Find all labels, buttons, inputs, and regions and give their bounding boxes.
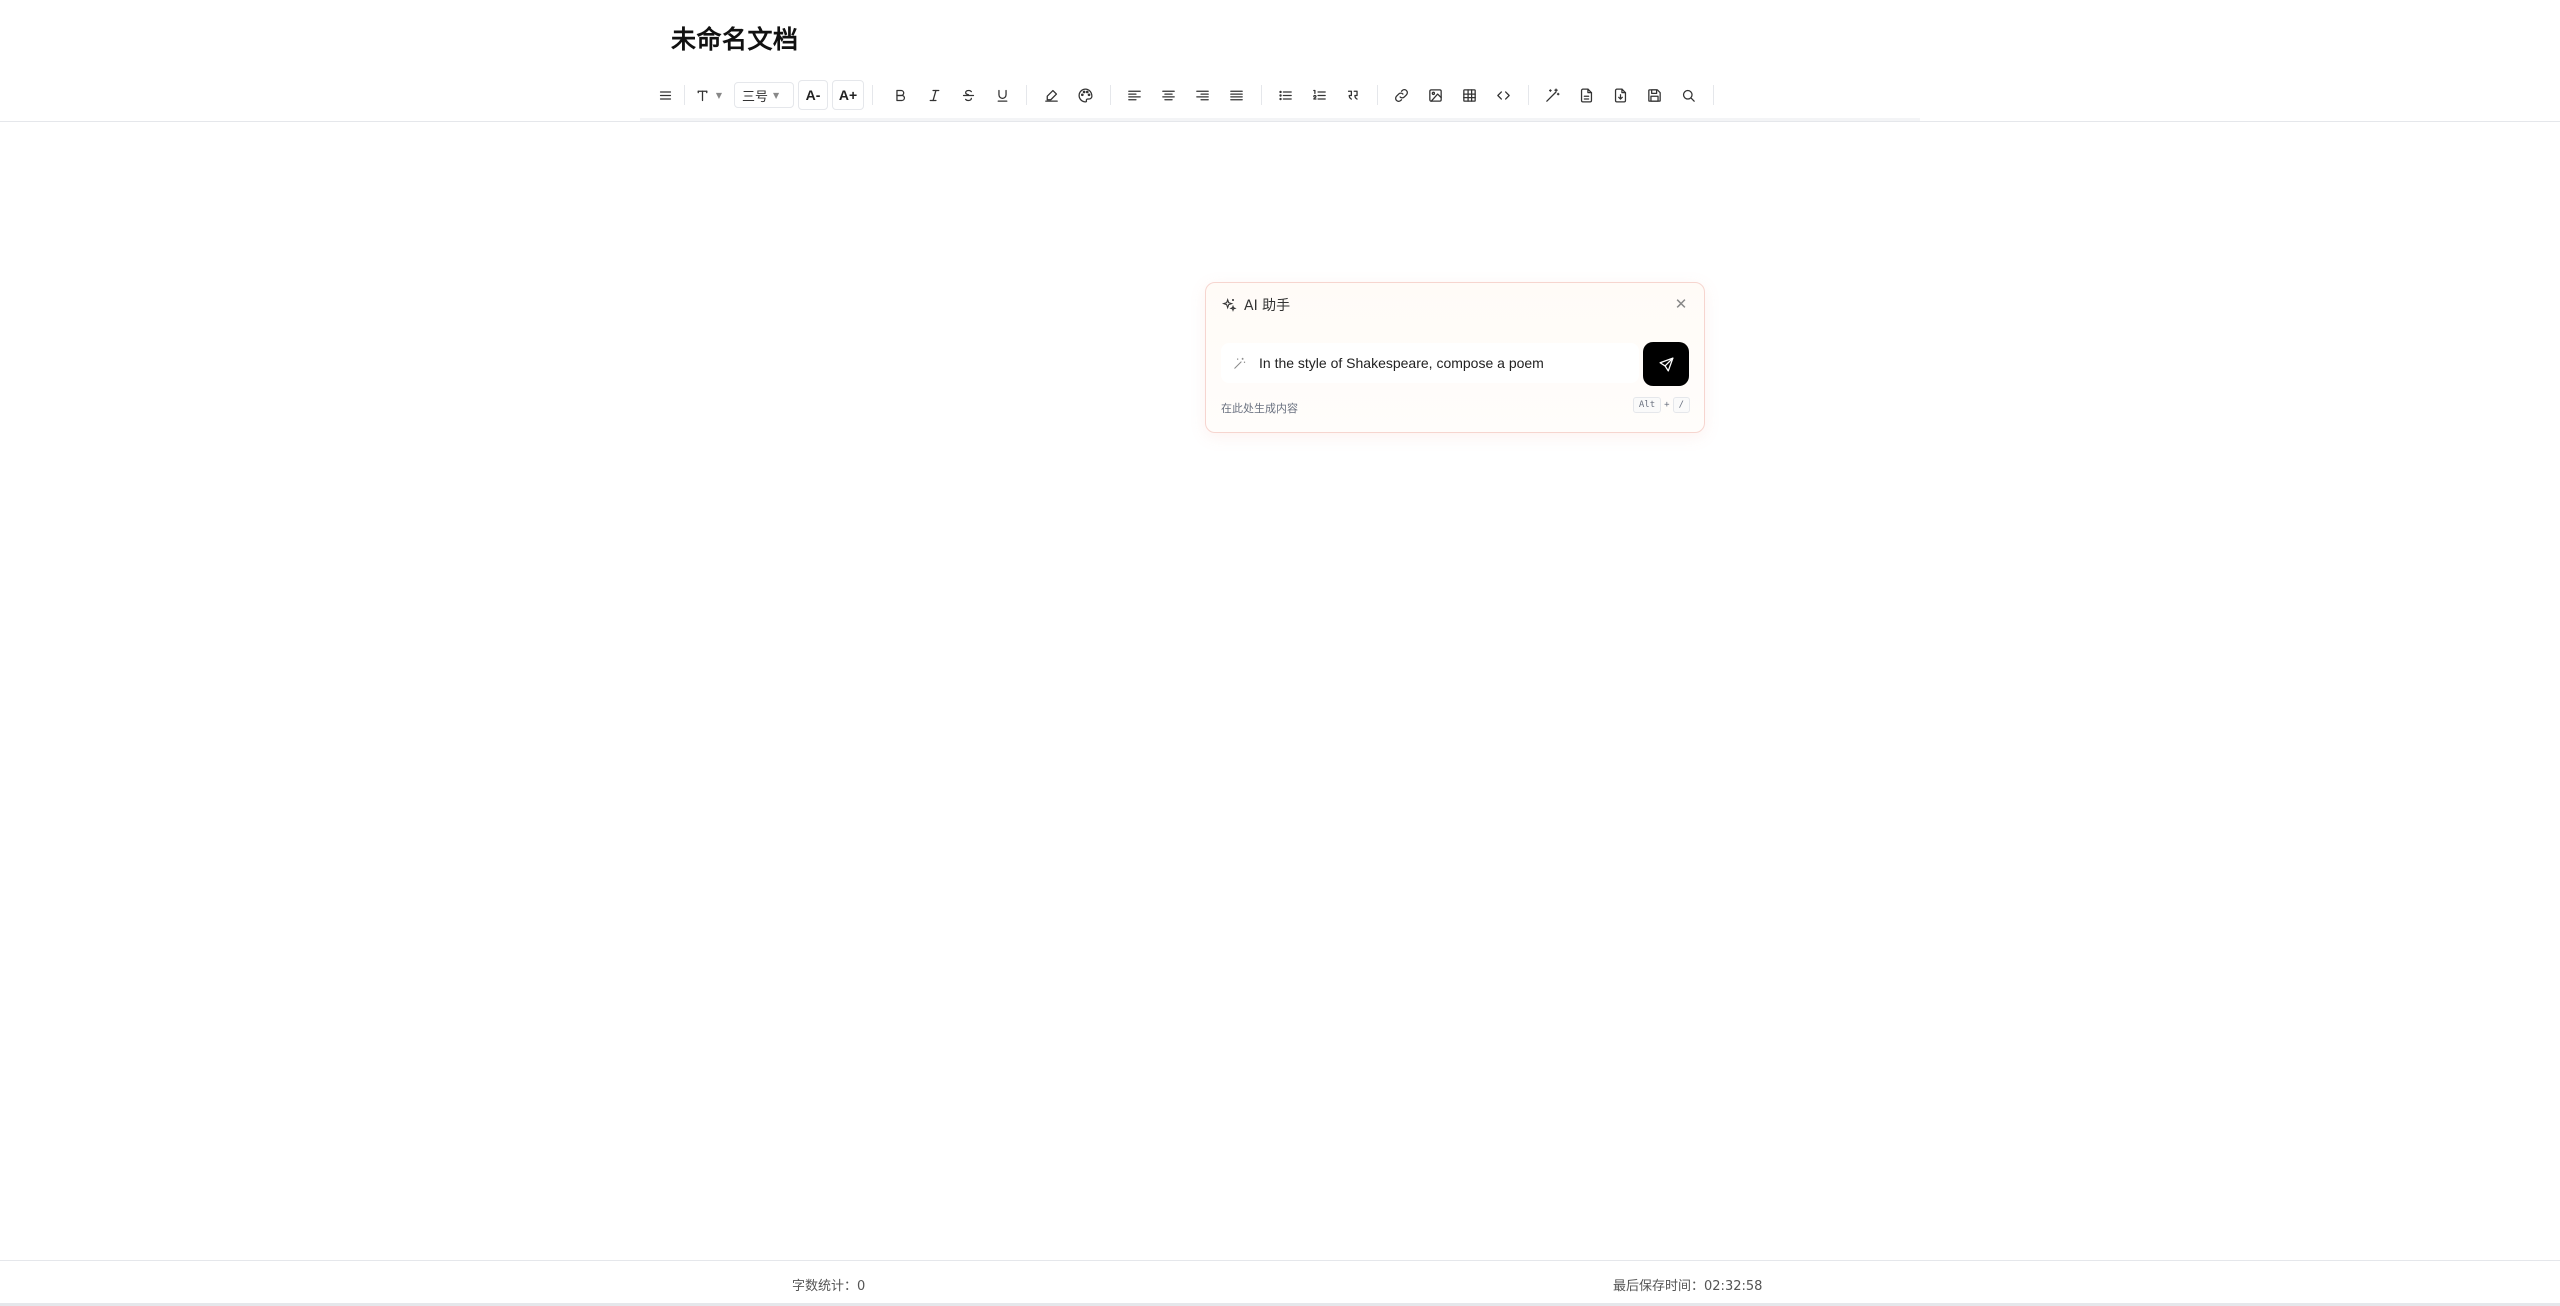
last-saved-label: 最后保存时间： [1613, 1279, 1705, 1294]
shortcut-key-alt: Alt [1632, 397, 1662, 413]
word-count-value: 0 [857, 1279, 866, 1294]
document-title[interactable]: 未命名文档 [671, 20, 799, 56]
file-icon[interactable] [1571, 80, 1601, 110]
align-justify-icon[interactable] [1221, 80, 1251, 110]
chevron-down-icon: ▼ [773, 90, 780, 100]
align-left-icon[interactable] [1119, 80, 1149, 110]
menu-icon[interactable] [650, 80, 680, 110]
bullet-list-icon[interactable] [1270, 80, 1300, 110]
last-saved: 最后保存时间：02:32:58 [1613, 1275, 1762, 1294]
highlight-icon[interactable] [1036, 80, 1066, 110]
bold-icon[interactable] [885, 80, 915, 110]
sparkles-icon [1221, 297, 1237, 312]
editor-toolbar: ▼ 三号 ▼ A- A+ [650, 80, 1720, 110]
increase-font-button[interactable]: A+ [832, 80, 864, 110]
table-icon[interactable] [1454, 80, 1484, 110]
font-size-value: 三号 [742, 89, 769, 105]
decrease-font-button[interactable]: A- [798, 80, 828, 110]
strikethrough-icon[interactable] [953, 80, 983, 110]
send-icon [1658, 356, 1674, 372]
text-style-icon[interactable]: ▼ [688, 80, 728, 110]
close-icon[interactable]: ✕ [1672, 295, 1690, 313]
save-icon[interactable] [1639, 80, 1669, 110]
ai-magic-icon[interactable] [1537, 80, 1567, 110]
ai-panel-title: AI 助手 [1244, 298, 1291, 314]
ai-input-container [1221, 343, 1639, 383]
decrease-font-label: A- [805, 87, 821, 103]
font-size-select[interactable]: 三号 ▼ [734, 82, 794, 108]
search-icon[interactable] [1673, 80, 1703, 110]
word-count: 字数统计：0 [792, 1275, 865, 1294]
shortcut-key-slash: / [1672, 397, 1690, 413]
image-icon[interactable] [1420, 80, 1450, 110]
code-icon[interactable] [1488, 80, 1518, 110]
align-center-icon[interactable] [1153, 80, 1183, 110]
keyboard-shortcut: Alt + / [1632, 397, 1690, 413]
italic-icon[interactable] [919, 80, 949, 110]
ai-hint-text: 在此处生成内容 [1221, 402, 1298, 415]
status-bar: 字数统计：0 最后保存时间：02:32:58 [0, 1260, 2560, 1306]
magic-wand-icon [1234, 357, 1246, 369]
ai-panel-header: AI 助手 [1221, 295, 1290, 315]
send-button[interactable] [1643, 342, 1689, 386]
chevron-down-icon: ▼ [715, 90, 723, 100]
quote-icon[interactable] [1338, 80, 1368, 110]
word-count-label: 字数统计： [792, 1279, 858, 1294]
palette-icon[interactable] [1070, 80, 1100, 110]
export-file-icon[interactable] [1605, 80, 1635, 110]
toolbar-divider [0, 121, 2560, 122]
link-icon[interactable] [1386, 80, 1416, 110]
shortcut-plus: + [1664, 400, 1670, 410]
ai-prompt-input[interactable] [1257, 354, 1617, 372]
last-saved-value: 02:32:58 [1704, 1279, 1763, 1294]
ordered-list-icon[interactable] [1304, 80, 1334, 110]
increase-font-label: A+ [838, 87, 858, 103]
align-right-icon[interactable] [1187, 80, 1217, 110]
ai-assistant-panel: AI 助手 ✕ 在此处生成内容 Alt + / [1205, 282, 1705, 433]
underline-icon[interactable] [987, 80, 1017, 110]
